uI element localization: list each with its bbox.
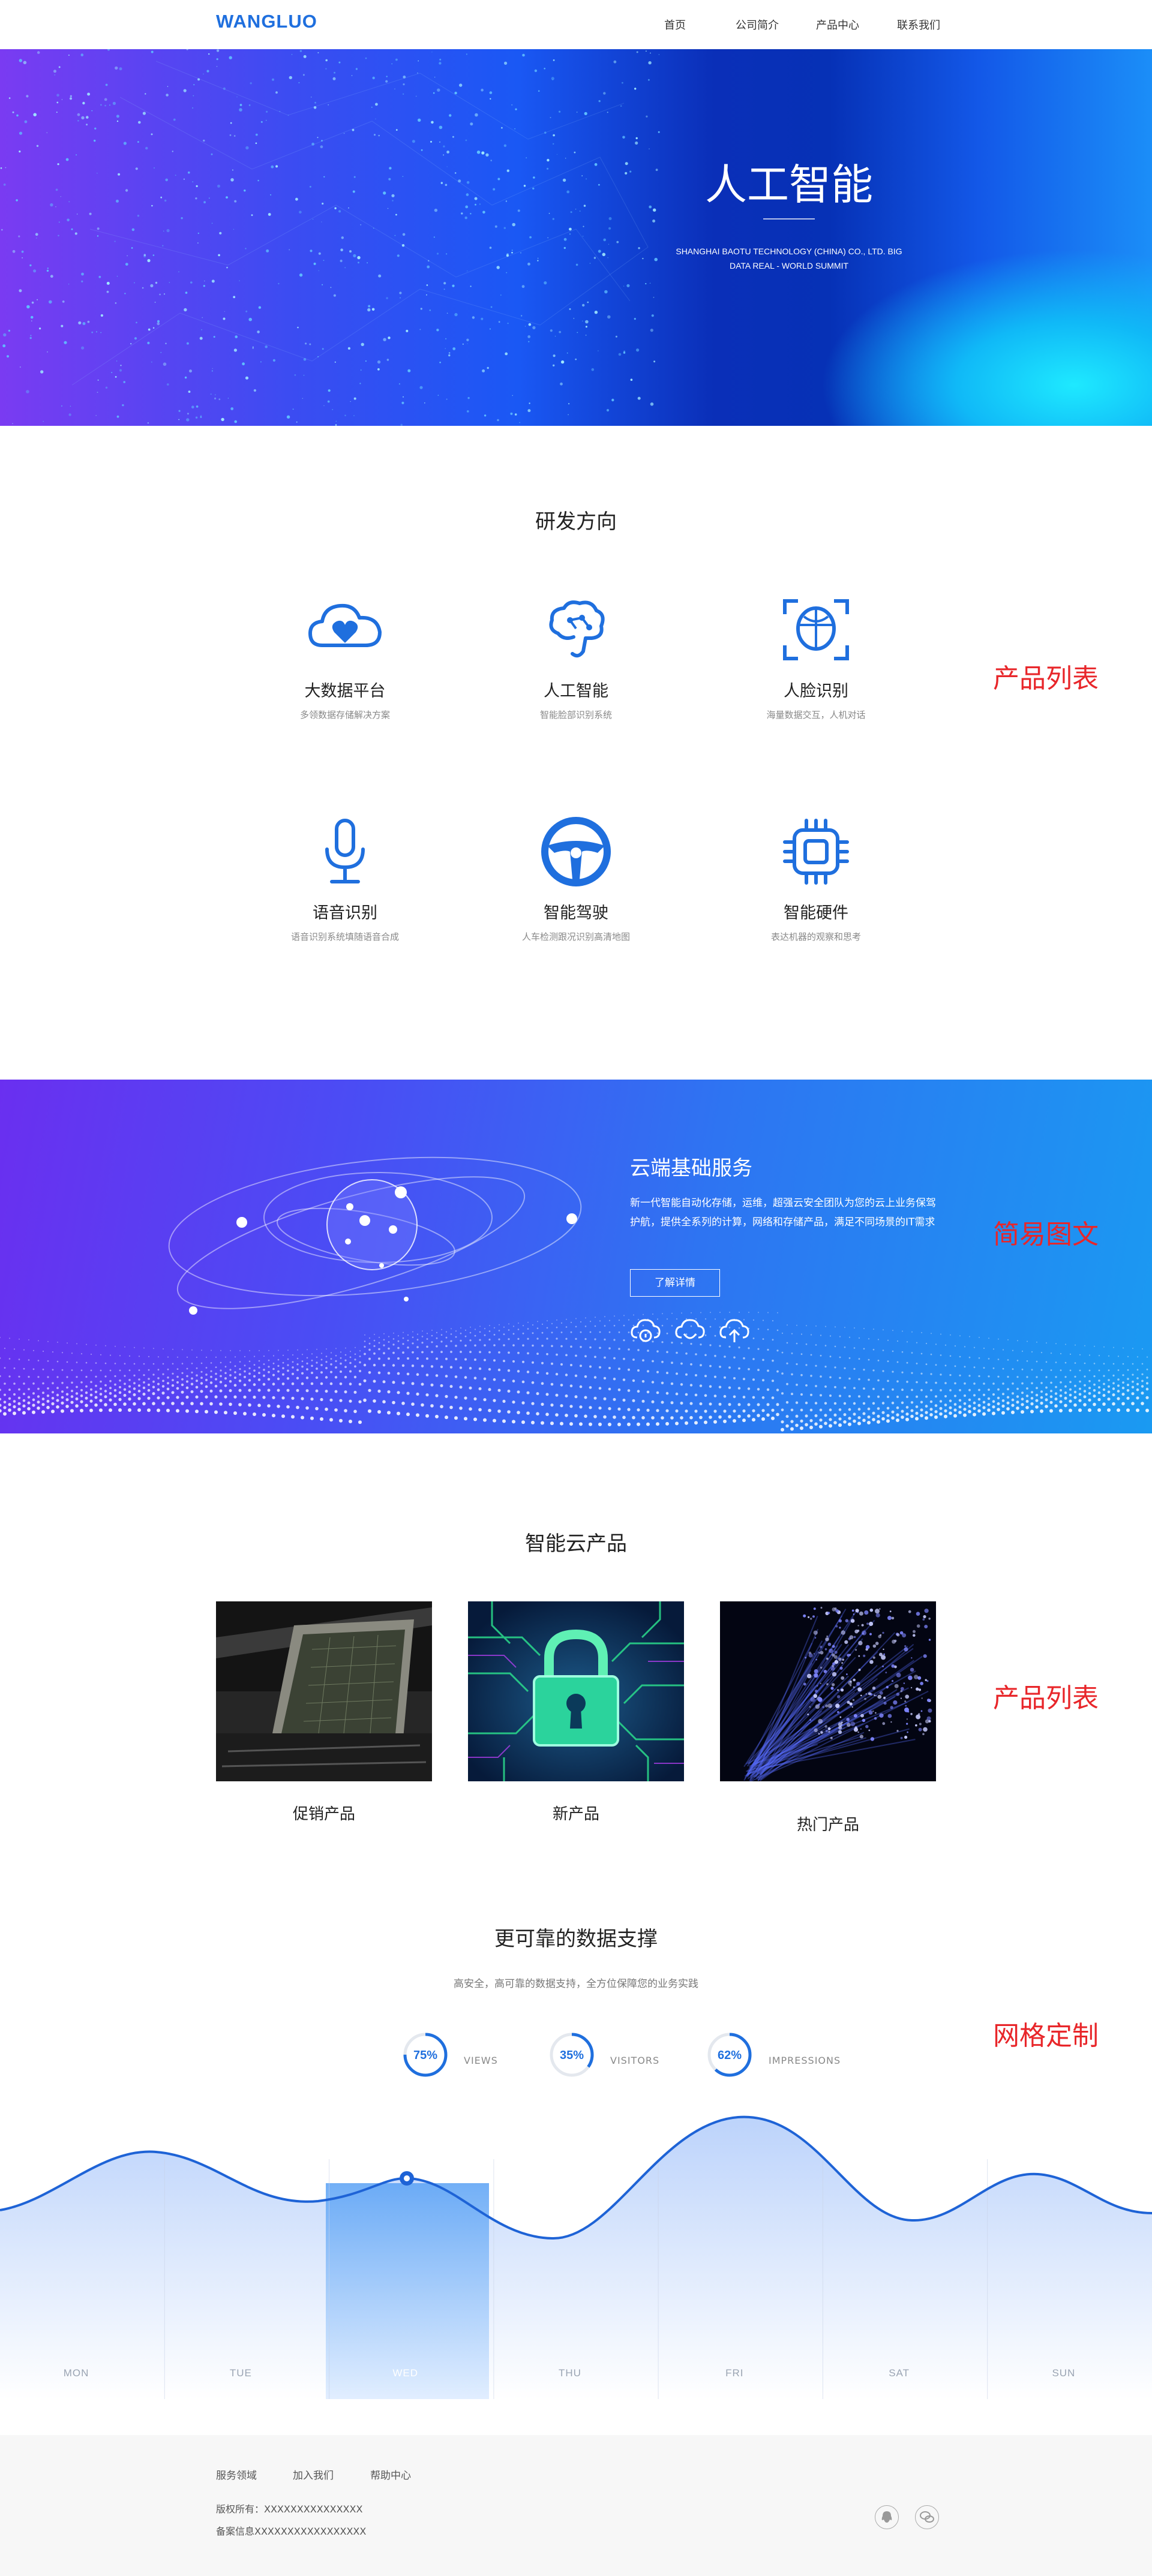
hero-title: 人工智能 — [705, 160, 873, 209]
hero-subtitle-line1: SHANGHAI BAOTU TECHNOLOGY (CHINA) CO., L… — [676, 247, 902, 256]
research-item-hardware[interactable]: 智能硬件 表达机器的观察和思考 — [741, 816, 891, 943]
active-day-column — [326, 2183, 489, 2399]
day-label-wed: WED — [392, 2367, 418, 2379]
research-title: 研发方向 — [535, 510, 617, 534]
research-item-desc: 智能脸部识别系统 — [539, 710, 612, 720]
cloud-title: 云端基础服务 — [630, 1156, 752, 1180]
cloud-service-banner: 云端基础服务 新一代智能自动化存储，运维，超强云安全团队为您的云上业务保驾护航，… — [0, 1080, 1152, 1433]
research-item-desc: 语音识别系统填随语音合成 — [290, 931, 399, 942]
research-item-driving[interactable]: 智能驾驶 人车检测跟况识别高清地图 — [501, 816, 651, 943]
research-item-desc: 海量数据交互，人机对话 — [766, 710, 866, 720]
research-item-title: 大数据平台 — [304, 682, 386, 701]
research-item-desc: 表达机器的观察和思考 — [770, 931, 861, 942]
research-item-voice[interactable]: 语音识别 语音识别系统填随语音合成 — [270, 816, 420, 943]
cloud-heart-icon — [308, 603, 382, 647]
hero-subtitle-line2: DATA REAL - WORLD SUMMIT — [729, 261, 849, 270]
orbit-illustration — [0, 1156, 1149, 1432]
nav-products[interactable]: 产品中心 — [816, 17, 859, 32]
research-item-title: 智能驾驶 — [544, 904, 608, 922]
nav-about[interactable]: 公司简介 — [736, 17, 779, 32]
hero-particles — [0, 49, 660, 426]
research-item-desc: 人车检测跟况识别高清地图 — [521, 931, 630, 942]
footer-link-join[interactable]: 加入我们 — [293, 2467, 334, 2482]
learn-more-button[interactable]: 了解详情 — [630, 1269, 720, 1297]
logo[interactable]: WANGLUO — [216, 11, 317, 32]
research-item-desc: 多领数据存储解决方案 — [299, 710, 390, 720]
stats-subtitle: 高安全，高可靠的数据支持，全方位保障您的业务实践 — [454, 1978, 698, 1990]
stat-value: 75% — [413, 2049, 437, 2062]
research-item-title: 智能硬件 — [784, 904, 848, 922]
cloud-upload-icon[interactable] — [719, 1317, 750, 1345]
weekly-wave-chart: MON TUE WED THU FRI SAT SUN — [0, 2115, 1152, 2399]
product-card-promo[interactable]: 促销产品 — [216, 1601, 432, 1824]
products-note: 产品列表 — [993, 1683, 1099, 1714]
research-item-bigdata[interactable]: 大数据平台 多领数据存储解决方案 — [270, 594, 420, 721]
lock-circuit-photo — [468, 1601, 684, 1781]
product-label: 新产品 — [552, 1805, 599, 1823]
day-label-mon: MON — [64, 2367, 89, 2379]
hero-divider — [763, 218, 815, 220]
stat-label-visitors: VISITORS — [610, 2055, 660, 2066]
wechat-icon[interactable] — [915, 2505, 939, 2529]
footer-link-services[interactable]: 服务领域 — [216, 2467, 257, 2482]
research-item-title: 人工智能 — [544, 682, 608, 701]
product-label: 热门产品 — [796, 1816, 859, 1834]
day-label-sat: SAT — [889, 2367, 910, 2379]
day-label-fri: FRI — [725, 2367, 743, 2379]
research-item-title: 语音识别 — [313, 904, 377, 922]
stats-rings: 75% 35% 62% — [403, 2033, 752, 2077]
research-item-face[interactable]: 人脸识别 海量数据交互，人机对话 — [741, 594, 891, 721]
microphone-icon — [325, 819, 365, 883]
cloud-note: 简易图文 — [993, 1219, 1099, 1250]
research-note: 产品列表 — [993, 663, 1099, 694]
products-title: 智能云产品 — [525, 1532, 627, 1556]
brain-icon — [549, 600, 605, 658]
footer-copyright: 版权所有：XXXXXXXXXXXXXXX — [216, 2503, 363, 2515]
stat-value: 62% — [718, 2049, 742, 2062]
stat-label-impressions: IMPRESSIONS — [769, 2055, 841, 2066]
footer: 服务领域 加入我们 帮助中心 版权所有：XXXXXXXXXXXXXXX 备案信息… — [0, 2435, 1152, 2576]
page: WANGLUO 首页 公司简介 产品中心 联系我们 人工智能 SHANGHAI … — [0, 0, 1152, 2576]
cloud-text: 新一代智能自动化存储，运维，超强云安全团队为您的云上业务保驾护航，提供全系列的计… — [630, 1197, 936, 1228]
stat-label-views: VIEWS — [464, 2055, 498, 2066]
cloud-security-icon[interactable] — [630, 1317, 661, 1345]
hero-banner: 人工智能 SHANGHAI BAOTU TECHNOLOGY (CHINA) C… — [0, 49, 1152, 426]
steering-wheel-icon — [541, 817, 611, 886]
fiber-optic-photo — [720, 1601, 936, 1781]
research-item-title: 人脸识别 — [784, 682, 848, 701]
stat-value: 35% — [560, 2049, 584, 2062]
day-label-tue: TUE — [230, 2367, 252, 2379]
stats-title: 更可靠的数据支撑 — [494, 1927, 658, 1951]
cloud-sync-icon[interactable] — [674, 1317, 706, 1345]
nav-home[interactable]: 首页 — [664, 17, 686, 32]
chip-photo — [216, 1601, 432, 1781]
footer-icp: 备案信息XXXXXXXXXXXXXXXXX — [216, 2526, 367, 2537]
day-label-sun: SUN — [1052, 2367, 1075, 2379]
chip-icon — [783, 819, 849, 885]
qq-icon[interactable] — [875, 2505, 899, 2529]
footer-link-help[interactable]: 帮助中心 — [370, 2467, 411, 2482]
nav-contact[interactable]: 联系我们 — [897, 17, 940, 32]
product-card-hot[interactable]: 热门产品 — [720, 1601, 936, 1835]
product-card-new[interactable]: 新产品 — [468, 1601, 684, 1824]
research-item-ai[interactable]: 人工智能 智能脸部识别系统 — [501, 594, 651, 721]
day-label-thu: THU — [559, 2367, 581, 2379]
product-label: 促销产品 — [292, 1805, 355, 1823]
header: WANGLUO 首页 公司简介 产品中心 联系我们 — [0, 0, 1152, 49]
hero-subtitle: SHANGHAI BAOTU TECHNOLOGY (CHINA) CO., L… — [669, 244, 909, 273]
face-scan-icon — [783, 599, 849, 660]
